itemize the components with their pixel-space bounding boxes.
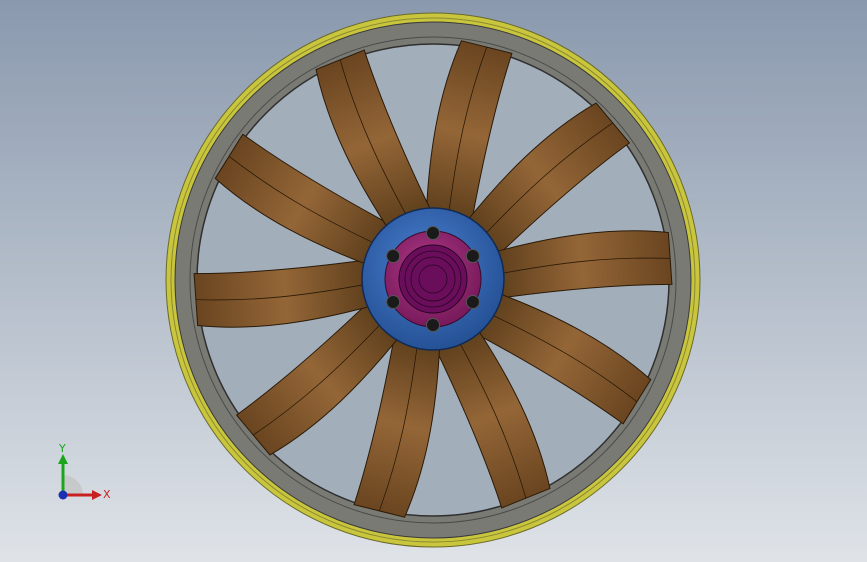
hub-bolt[interactable] — [386, 295, 401, 309]
x-axis-arrow — [92, 490, 102, 500]
hub-bolt[interactable] — [386, 249, 401, 263]
axis-triad: Y X — [58, 442, 111, 501]
x-axis-label: X — [103, 488, 111, 501]
graphics-viewport[interactable]: Y X — [0, 0, 867, 562]
fan-model[interactable] — [0, 0, 867, 562]
hub-bolt[interactable] — [426, 318, 440, 332]
hub-bolt[interactable] — [465, 249, 480, 263]
y-axis-label: Y — [58, 442, 66, 455]
hub-bolt[interactable] — [426, 226, 440, 240]
hub-bolt[interactable] — [465, 295, 480, 309]
z-axis-dot — [58, 490, 68, 500]
y-axis-arrow — [58, 454, 68, 464]
hub-center[interactable] — [398, 244, 468, 314]
